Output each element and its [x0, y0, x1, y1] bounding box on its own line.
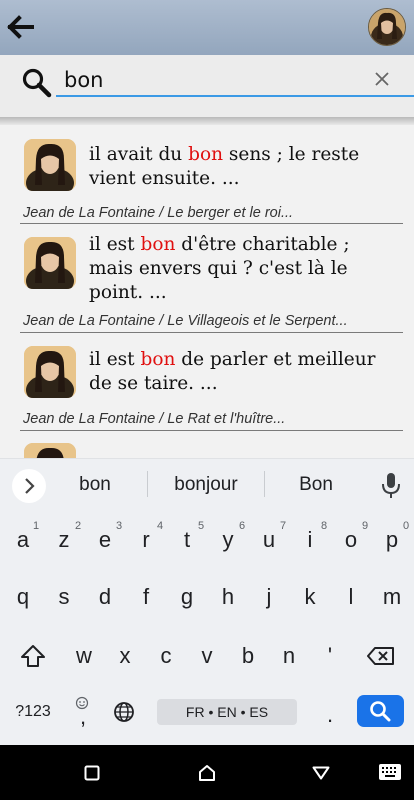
search-bar: [0, 55, 414, 118]
divider: [20, 332, 403, 333]
key-w[interactable]: w: [64, 643, 104, 669]
key-p[interactable]: p: [372, 527, 412, 553]
suggestion-1[interactable]: bon: [50, 474, 140, 496]
key-apostrophe[interactable]: ': [310, 643, 350, 669]
search-icon: [22, 68, 52, 98]
clear-icon[interactable]: [374, 71, 390, 87]
comma-key[interactable]: ,: [63, 704, 103, 730]
key-j[interactable]: j: [249, 584, 289, 610]
symbols-key[interactable]: ?123: [10, 703, 56, 721]
system-navigation-bar: [0, 745, 414, 800]
search-highlight: bon: [188, 144, 224, 165]
suggestion-strip: bon bonjour Bon: [0, 458, 414, 511]
quote-text: il est bon d'être charitable ; mais enve…: [89, 234, 350, 303]
key-d[interactable]: d: [85, 584, 125, 610]
key-g[interactable]: g: [167, 584, 207, 610]
recent-apps-icon[interactable]: [84, 765, 100, 781]
key-c[interactable]: c: [146, 643, 186, 669]
key-b[interactable]: b: [228, 643, 268, 669]
chevron-right-icon: [25, 478, 35, 494]
key-q[interactable]: q: [3, 584, 43, 610]
period-key[interactable]: .: [310, 702, 350, 728]
key-y[interactable]: y: [208, 527, 248, 553]
search-highlight: bon: [140, 234, 176, 255]
backspace-icon[interactable]: [367, 646, 395, 666]
shift-icon[interactable]: [20, 644, 46, 668]
suggestion-separator: [264, 471, 265, 497]
microphone-icon[interactable]: [378, 471, 404, 501]
key-n[interactable]: n: [269, 643, 309, 669]
author-thumbnail: [24, 443, 76, 458]
key-t[interactable]: t: [167, 527, 207, 553]
key-z[interactable]: z: [44, 527, 84, 553]
home-icon[interactable]: [198, 764, 216, 782]
back-triangle-icon[interactable]: [312, 766, 330, 780]
key-l[interactable]: l: [331, 584, 371, 610]
app-bar: [0, 0, 414, 55]
search-enter-key[interactable]: [357, 695, 404, 727]
suggestion-2[interactable]: bonjour: [160, 474, 252, 496]
quote-source: Jean de La Fontaine / Le berger et le ro…: [23, 205, 294, 221]
key-v[interactable]: v: [187, 643, 227, 669]
search-input[interactable]: [56, 65, 414, 97]
keyboard-icon[interactable]: [378, 763, 402, 781]
key-r[interactable]: r: [126, 527, 166, 553]
suggestion-separator: [147, 471, 148, 497]
search-icon: [370, 701, 391, 722]
key-h[interactable]: h: [208, 584, 248, 610]
space-bar[interactable]: FR • EN • ES: [157, 699, 297, 725]
profile-avatar[interactable]: [368, 8, 406, 46]
key-a[interactable]: a: [3, 527, 43, 553]
quote-source: Jean de La Fontaine / Le Villageois et l…: [23, 313, 348, 329]
search-highlight: bon: [140, 349, 176, 370]
key-s[interactable]: s: [44, 584, 84, 610]
key-k[interactable]: k: [290, 584, 330, 610]
quote-text: il est bon de parler et meilleur de se t…: [89, 349, 376, 394]
key-x[interactable]: x: [105, 643, 145, 669]
key-o[interactable]: o: [331, 527, 371, 553]
globe-icon[interactable]: [113, 701, 135, 723]
expand-suggestions-button[interactable]: [12, 469, 46, 503]
key-f[interactable]: f: [126, 584, 166, 610]
divider: [20, 430, 403, 431]
suggestion-3[interactable]: Bon: [272, 474, 360, 496]
author-thumbnail: [24, 139, 76, 191]
author-thumbnail: [24, 346, 76, 398]
key-e[interactable]: e: [85, 527, 125, 553]
key-i[interactable]: i: [290, 527, 330, 553]
header-shadow: [0, 117, 414, 125]
author-thumbnail: [24, 237, 76, 289]
divider: [20, 223, 403, 224]
results-list: il avait du bon sens ; le reste vient en…: [0, 125, 414, 458]
back-arrow-icon[interactable]: [6, 13, 36, 41]
key-u[interactable]: u: [249, 527, 289, 553]
quote-text: il avait du bon sens ; le reste vient en…: [89, 144, 360, 189]
on-screen-keyboard: bon bonjour Bon 1 2 3 4 5 6 7 8 9 0 a z …: [0, 458, 414, 745]
key-m[interactable]: m: [372, 584, 412, 610]
quote-source: Jean de La Fontaine / Le Rat et l'huître…: [23, 411, 286, 427]
